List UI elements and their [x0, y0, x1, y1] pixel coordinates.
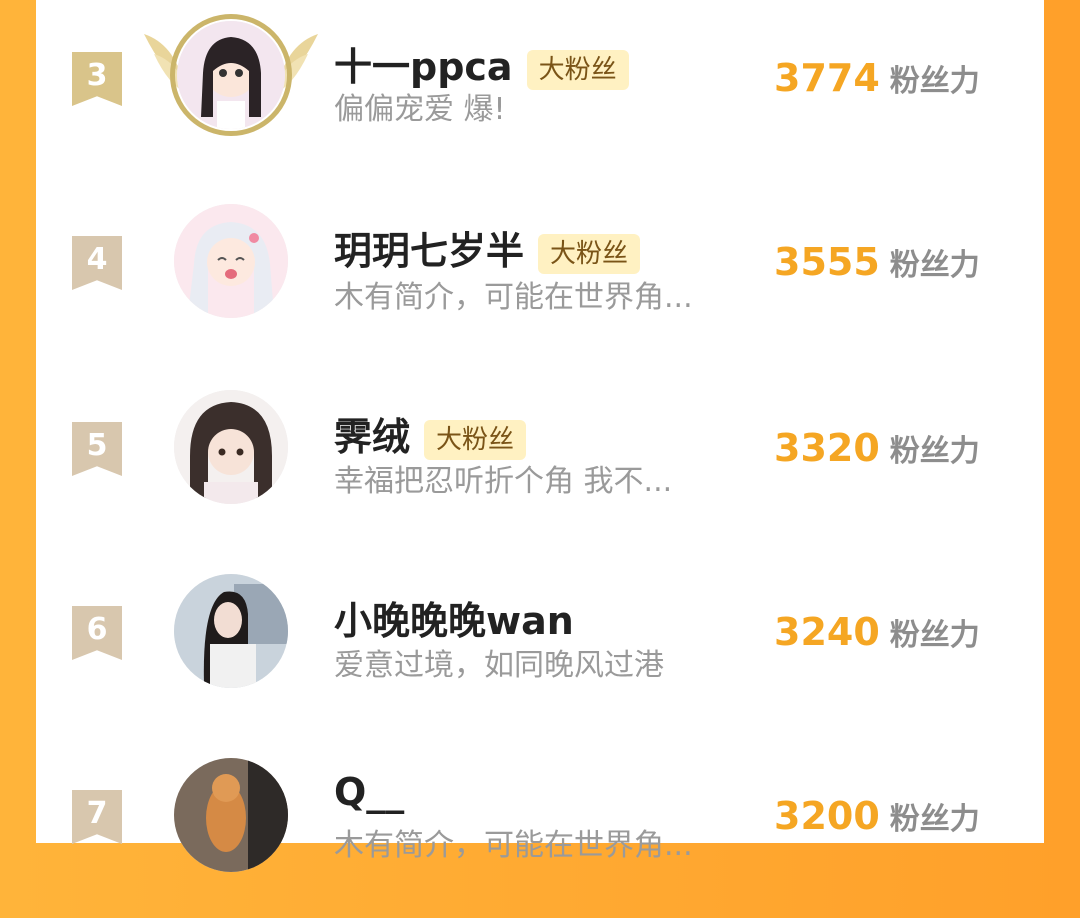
- rank-number: 4: [86, 242, 108, 277]
- fan-power-value: 3774: [774, 56, 880, 100]
- user-name-text: 玥玥七岁半: [334, 229, 525, 273]
- fan-power-unit: 粉丝力: [889, 64, 980, 99]
- leaderboard-row[interactable]: 4 玥玥七岁半 大粉丝 木有简介，可能在世界角... 3555 粉丝力: [36, 184, 1044, 364]
- avatar[interactable]: [174, 204, 288, 318]
- leaderboard-row[interactable]: 6 小晚晚晚wan 爱意过境，如同晚风过港 3240 粉丝力: [36, 552, 1044, 732]
- leaderboard-row[interactable]: 7 Q__ 木有简介，可能在世界角... 3200 粉丝力: [36, 738, 1044, 918]
- fan-power: 3774 粉丝力: [774, 56, 1034, 100]
- fan-power-unit: 粉丝力: [889, 248, 980, 283]
- rank-ribbon-icon: 6: [72, 606, 122, 660]
- leaderboard-row[interactable]: 3 十一ppca 大粉丝 偏偏宠爱 爆! 3774 粉丝力: [36, 0, 1044, 180]
- user-bio: 偏偏宠爱 爆!: [334, 92, 506, 127]
- user-name[interactable]: 玥玥七岁半 大粉丝: [334, 220, 641, 275]
- user-name-text: 霁绒: [334, 415, 411, 459]
- user-bio: 木有简介，可能在世界角...: [334, 828, 693, 863]
- fan-power-unit: 粉丝力: [889, 434, 980, 469]
- user-name-text: 十一ppca: [334, 45, 513, 89]
- fan-power: 3240 粉丝力: [774, 610, 1034, 654]
- user-name-text: Q__: [334, 770, 405, 814]
- user-bio: 木有简介，可能在世界角...: [334, 280, 693, 315]
- avatar[interactable]: [177, 21, 285, 129]
- user-name[interactable]: 小晚晚晚wan: [334, 590, 574, 645]
- rank-number: 6: [86, 612, 108, 647]
- fan-power-value: 3555: [774, 240, 880, 284]
- fan-power-unit: 粉丝力: [889, 802, 980, 837]
- fan-power-value: 3240: [774, 610, 880, 654]
- user-bio: 爱意过境，如同晚风过港: [334, 648, 664, 683]
- rank-number: 7: [86, 796, 108, 831]
- fan-power-unit: 粉丝力: [889, 618, 980, 653]
- leaderboard-panel: 3 十一ppca 大粉丝 偏偏宠爱 爆! 3774 粉丝力 4 玥玥七岁半 大粉…: [36, 0, 1044, 872]
- fan-badge: 大粉丝: [424, 419, 527, 460]
- user-name[interactable]: 十一ppca 大粉丝: [334, 36, 629, 91]
- fan-power: 3320 粉丝力: [774, 426, 1034, 470]
- rank-ribbon-icon: 5: [72, 422, 122, 476]
- avatar[interactable]: [174, 574, 288, 688]
- fan-power: 3555 粉丝力: [774, 240, 1034, 284]
- rank-number: 5: [86, 428, 108, 463]
- user-name[interactable]: Q__: [334, 770, 404, 814]
- avatar[interactable]: [174, 390, 288, 504]
- rank-ribbon-icon: 7: [72, 790, 122, 844]
- rank-ribbon-icon: 3: [72, 52, 122, 106]
- user-name[interactable]: 霁绒 大粉丝: [334, 406, 527, 461]
- avatar[interactable]: [174, 758, 288, 872]
- fan-badge: 大粉丝: [538, 233, 641, 274]
- fan-badge: 大粉丝: [526, 49, 629, 90]
- fan-power-value: 3320: [774, 426, 880, 470]
- fan-power: 3200 粉丝力: [774, 794, 1034, 838]
- user-name-text: 小晚晚晚wan: [334, 599, 574, 643]
- user-bio: 幸福把忍听折个角 我不...: [334, 464, 673, 499]
- rank-ribbon-icon: 4: [72, 236, 122, 290]
- rank-number: 3: [86, 58, 108, 93]
- leaderboard-row[interactable]: 5 霁绒 大粉丝 幸福把忍听折个角 我不... 3320 粉丝力: [36, 368, 1044, 548]
- fan-power-value: 3200: [774, 794, 880, 838]
